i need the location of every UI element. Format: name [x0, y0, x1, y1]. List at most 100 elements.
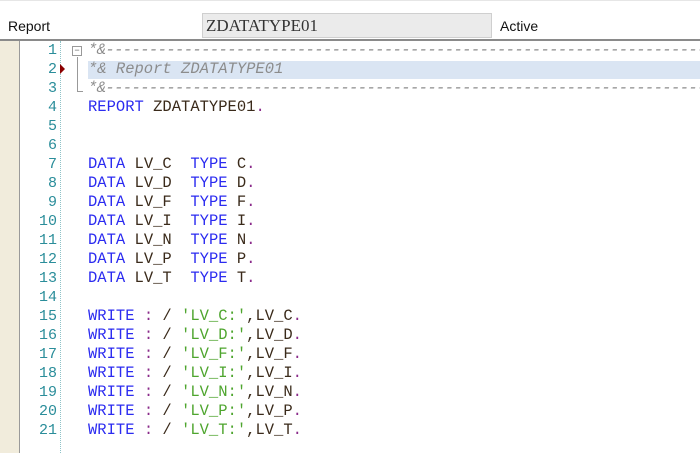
editor-gutter-strip — [0, 41, 20, 453]
punctuation-token: : — [134, 402, 154, 420]
identifier-token: LV_P — [125, 250, 191, 268]
identifier-token: ,LV_P — [246, 402, 293, 420]
keyword-token: TYPE — [190, 174, 228, 192]
program-name-field[interactable]: ZDATATYPE01 — [202, 13, 492, 38]
code-text: *&--------------------------------------… — [88, 79, 700, 98]
keyword-token: DATA — [88, 174, 126, 192]
cursor-marker-icon — [60, 64, 65, 74]
line-number: 10 — [38, 213, 57, 230]
code-text: DATA LV_P TYPE P. — [88, 250, 255, 269]
identifier-token: / — [153, 383, 182, 401]
keyword-token: TYPE — [190, 155, 228, 173]
code-line[interactable]: 2 *& Report ZDATATYPE01 — [20, 60, 700, 79]
code-line[interactable]: 5 — [20, 117, 700, 136]
string-literal-token: 'LV_F:' — [181, 345, 247, 363]
keyword-token: DATA — [88, 269, 126, 287]
line-number: 21 — [38, 422, 57, 439]
punctuation-token: . — [246, 231, 256, 249]
punctuation-token: : — [134, 307, 154, 325]
keyword-token: TYPE — [190, 250, 228, 268]
code-line[interactable]: 13 DATA LV_T TYPE T. — [20, 269, 700, 288]
code-line[interactable]: 8 DATA LV_D TYPE D. — [20, 174, 700, 193]
fold-collapse-icon[interactable]: − — [72, 46, 82, 56]
keyword-token: WRITE — [88, 326, 135, 344]
identifier-token: I — [227, 212, 247, 230]
identifier-token: ,LV_I — [246, 364, 293, 382]
code-line[interactable]: 14 — [20, 288, 700, 307]
code-line[interactable]: 18 WRITE : / 'LV_I:',LV_I. — [20, 364, 700, 383]
identifier-token: ,LV_F — [246, 345, 293, 363]
code-line[interactable]: 11 DATA LV_N TYPE N. — [20, 231, 700, 250]
keyword-token: TYPE — [190, 212, 228, 230]
line-number: 11 — [38, 232, 57, 249]
code-text: WRITE : / 'LV_I:',LV_I. — [88, 364, 302, 383]
keyword-token: WRITE — [88, 383, 135, 401]
identifier-token: / — [153, 364, 182, 382]
identifier-token: D — [227, 174, 247, 192]
keyword-token: WRITE — [88, 421, 135, 439]
code-line[interactable]: 15 WRITE : / 'LV_C:',LV_C. — [20, 307, 700, 326]
punctuation-token: . — [292, 402, 302, 420]
code-line[interactable]: 20 WRITE : / 'LV_P:',LV_P. — [20, 402, 700, 421]
line-number: 4 — [47, 99, 57, 116]
punctuation-token: . — [246, 155, 256, 173]
punctuation-token: . — [246, 174, 256, 192]
code-text: DATA LV_N TYPE N. — [88, 231, 255, 250]
punctuation-token: : — [134, 345, 154, 363]
code-line[interactable]: 7 DATA LV_C TYPE C. — [20, 155, 700, 174]
string-literal-token: 'LV_N:' — [181, 383, 247, 401]
code-line[interactable]: 3 *&-------------------------------------… — [20, 79, 700, 98]
code-line[interactable]: 19 WRITE : / 'LV_N:',LV_N. — [20, 383, 700, 402]
line-number: 9 — [47, 194, 57, 211]
keyword-token: WRITE — [88, 307, 135, 325]
code-line[interactable]: 10 DATA LV_I TYPE I. — [20, 212, 700, 231]
code-line[interactable]: 12 DATA LV_P TYPE P. — [20, 250, 700, 269]
code-text: WRITE : / 'LV_F:',LV_F. — [88, 345, 302, 364]
code-text: DATA LV_D TYPE D. — [88, 174, 255, 193]
identifier-token: ,LV_N — [246, 383, 293, 401]
keyword-token: WRITE — [88, 345, 135, 363]
identifier-token: C — [227, 155, 247, 173]
code-line[interactable]: 4 REPORT ZDATATYPE01. — [20, 98, 700, 117]
keyword-token: DATA — [88, 212, 126, 230]
punctuation-token: . — [292, 383, 302, 401]
line-number: 20 — [38, 403, 57, 420]
punctuation-token: : — [134, 421, 154, 439]
keyword-token: TYPE — [190, 231, 228, 249]
object-type-label: Report — [8, 18, 51, 34]
line-number: 2 — [47, 61, 57, 78]
identifier-token: LV_D — [125, 174, 191, 192]
code-text: REPORT ZDATATYPE01. — [88, 98, 265, 117]
identifier-token: ,LV_D — [246, 326, 293, 344]
code-line[interactable]: 6 — [20, 136, 700, 155]
code-text: DATA LV_C TYPE C. — [88, 155, 255, 174]
identifier-token: / — [153, 307, 182, 325]
code-editor[interactable]: 1 *&-------------------------------------… — [0, 41, 700, 453]
identifier-token: LV_I — [125, 212, 191, 230]
code-line[interactable]: 9 DATA LV_F TYPE F. — [20, 193, 700, 212]
keyword-token: REPORT — [88, 98, 144, 116]
code-line[interactable]: 17 WRITE : / 'LV_F:',LV_F. — [20, 345, 700, 364]
program-header: Report ZDATATYPE01 Active — [0, 0, 700, 40]
keyword-token: WRITE — [88, 364, 135, 382]
string-literal-token: 'LV_D:' — [181, 326, 247, 344]
comment-token: *& Report ZDATATYPE01 — [88, 60, 284, 78]
code-line[interactable]: 1 *&-------------------------------------… — [20, 41, 700, 60]
line-number: 12 — [38, 251, 57, 268]
status-label: Active — [500, 18, 539, 34]
code-text: DATA LV_F TYPE F. — [88, 193, 255, 212]
identifier-token: F — [227, 193, 247, 211]
comment-token: *&--------------------------------------… — [88, 79, 700, 97]
punctuation-token: . — [246, 212, 256, 230]
line-number: 3 — [47, 80, 57, 97]
comment-token: *&--------------------------------------… — [88, 41, 700, 59]
line-number: 8 — [47, 175, 57, 192]
code-line[interactable]: 21 WRITE : / 'LV_T:',LV_T. — [20, 421, 700, 440]
code-line[interactable]: 16 WRITE : / 'LV_D:',LV_D. — [20, 326, 700, 345]
line-number: 1 — [47, 42, 57, 59]
punctuation-token: . — [246, 250, 256, 268]
line-number: 7 — [47, 156, 57, 173]
line-number: 14 — [38, 289, 57, 306]
keyword-token: TYPE — [190, 269, 228, 287]
code-text: WRITE : / 'LV_T:',LV_T. — [88, 421, 302, 440]
